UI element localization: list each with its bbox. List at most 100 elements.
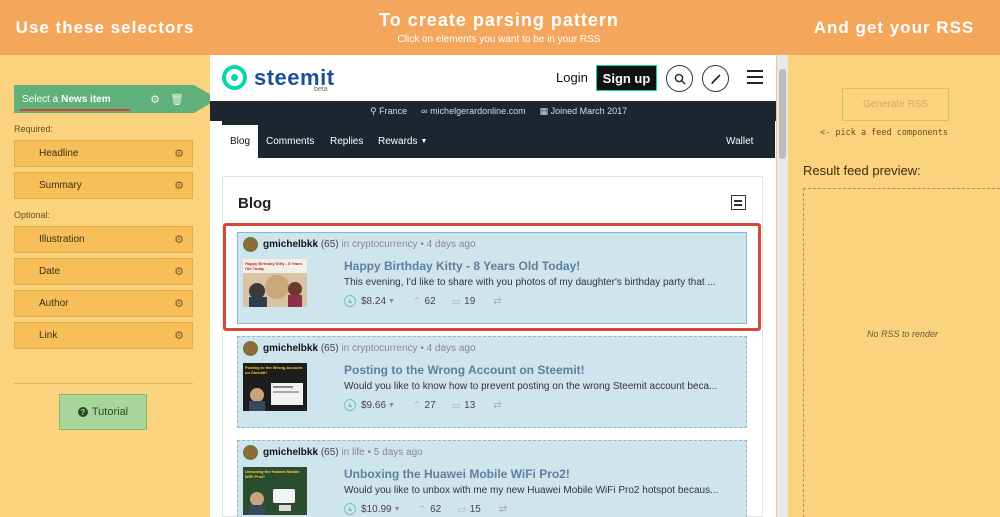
- profile-location-text: France: [379, 105, 408, 116]
- middle-column-title: To create parsing pattern: [379, 10, 619, 30]
- tab-rewards-label: Rewards: [378, 136, 418, 147]
- summary-selector[interactable]: Summary ⚙: [14, 172, 193, 199]
- tab-replies[interactable]: Replies: [330, 125, 363, 158]
- resteem-icon[interactable]: ⇄: [499, 504, 507, 515]
- right-column-header: And get your RSS: [788, 0, 1000, 55]
- signup-button[interactable]: Sign up: [596, 65, 657, 91]
- trash-icon[interactable]: 🗑: [170, 93, 184, 106]
- profile-website-text[interactable]: michelgerardonline.com: [430, 106, 526, 116]
- post-payout[interactable]: $10.99: [361, 504, 392, 515]
- post-summary[interactable]: Would you like to know how to prevent po…: [344, 381, 744, 392]
- gear-icon[interactable]: ⚙: [174, 329, 184, 342]
- post-payout[interactable]: $9.66: [361, 400, 386, 411]
- selected-item-outline: [223, 223, 761, 331]
- upvote-icon[interactable]: ▲: [344, 399, 356, 411]
- pencil-icon[interactable]: [702, 65, 729, 92]
- selectors-panel: Select a News item ⚙ 🗑 Required: Headlin…: [0, 55, 218, 517]
- link-icon: ∞: [421, 106, 428, 116]
- gear-icon[interactable]: ⚙: [174, 265, 184, 278]
- post-thumbnail[interactable]: Unboxing the Huawei Mobile WiFi Pro2!: [243, 467, 307, 515]
- question-icon: ?: [77, 407, 88, 417]
- scrollbar-thumb[interactable]: [779, 69, 786, 159]
- post-thumbnail[interactable]: Posting to the Wrong Account on Steemit!: [243, 363, 307, 411]
- tab-rewards[interactable]: Rewards ▼: [378, 125, 427, 158]
- avatar[interactable]: [243, 341, 258, 356]
- post-item[interactable]: gmichelbkk (65) in cryptocurrency • 4 da…: [237, 336, 747, 428]
- search-icon[interactable]: [666, 65, 693, 92]
- tab-blog[interactable]: Blog: [222, 125, 259, 158]
- scrollbar[interactable]: [777, 55, 788, 517]
- steemit-header: steemit beta Login Sign up: [210, 55, 776, 101]
- post-age[interactable]: • 4 days ago: [420, 343, 475, 354]
- login-link[interactable]: Login: [556, 70, 588, 85]
- required-group-label: Required:: [14, 124, 54, 134]
- post-comments[interactable]: 13: [464, 400, 475, 411]
- link-selector[interactable]: Link ⚙: [14, 322, 193, 349]
- tab-comments[interactable]: Comments: [266, 125, 314, 158]
- post-item[interactable]: gmichelbkk (65) in life • 5 days ago Unb…: [237, 440, 747, 517]
- optional-group-label: Optional:: [14, 210, 51, 220]
- illustration-selector-label: Illustration: [39, 234, 85, 245]
- tutorial-button[interactable]: ? Tutorial: [59, 394, 147, 430]
- summary-selector-label: Summary: [39, 180, 82, 191]
- chevron-down-icon[interactable]: ▼: [388, 402, 395, 409]
- post-votes[interactable]: 27: [425, 400, 436, 411]
- generate-hint: <- pick a feed components: [820, 128, 948, 138]
- avatar[interactable]: [243, 445, 258, 460]
- embedded-page-frame[interactable]: steemit beta Login Sign up ⚲ France ∞ mi…: [210, 55, 776, 517]
- feed-preview-box: No RSS to render: [803, 188, 1000, 517]
- left-column-title: Use these selectors: [15, 18, 195, 37]
- author-selector-label: Author: [39, 298, 69, 309]
- select-news-item-prefix: Select a: [22, 93, 59, 105]
- post-author-line: gmichelbkk (65) in life • 5 days ago: [263, 447, 423, 458]
- tutorial-button-label: Tutorial: [91, 406, 129, 418]
- post-author[interactable]: gmichelbkk: [263, 447, 318, 458]
- profile-joined-text: Joined March 2017: [550, 105, 628, 116]
- profile-location: ⚲ France: [370, 106, 407, 117]
- post-thumbnail-caption: Posting to the Wrong Account on Steemit!: [245, 365, 303, 375]
- post-category[interactable]: in life: [341, 447, 364, 458]
- profile-website[interactable]: ∞ michelgerardonline.com: [421, 106, 525, 116]
- upvote-icon[interactable]: ▲: [344, 503, 356, 515]
- right-column-title: And get your RSS: [813, 18, 975, 37]
- author-selector[interactable]: Author ⚙: [14, 290, 193, 317]
- chevron-down-icon[interactable]: ▼: [394, 506, 401, 513]
- post-title[interactable]: Unboxing the Huawei Mobile WiFi Pro2!: [344, 467, 570, 481]
- steemit-logo-icon[interactable]: [222, 65, 247, 90]
- profile-tabs: Blog Comments Replies Rewards ▼ Wallet: [222, 121, 775, 158]
- headline-selector[interactable]: Headline ⚙: [14, 140, 193, 167]
- calendar-icon: ▦: [539, 105, 549, 116]
- date-selector-label: Date: [39, 266, 61, 277]
- post-author[interactable]: gmichelbkk: [263, 343, 318, 354]
- news-item-underline: [20, 109, 130, 111]
- resteem-icon[interactable]: ⇄: [493, 400, 501, 411]
- gear-icon[interactable]: ⚙: [174, 297, 184, 310]
- post-title[interactable]: Posting to the Wrong Account on Steemit!: [344, 363, 585, 377]
- gear-icon[interactable]: ⚙: [174, 233, 184, 246]
- generate-rss-button[interactable]: Generate RSS: [842, 88, 949, 121]
- illustration-selector[interactable]: Illustration ⚙: [14, 226, 193, 253]
- date-selector[interactable]: Date ⚙: [14, 258, 193, 285]
- votes-icon: ⌃: [412, 399, 421, 410]
- rss-panel: Generate RSS <- pick a feed components R…: [788, 55, 1000, 517]
- gear-icon[interactable]: ⚙: [174, 147, 184, 160]
- post-age[interactable]: • 5 days ago: [368, 447, 423, 458]
- menu-icon[interactable]: [747, 70, 763, 88]
- page-preview-area: steemit beta Login Sign up ⚲ France ∞ mi…: [210, 55, 788, 517]
- middle-column-subtitle: Click on elements you want to be in your…: [397, 34, 601, 45]
- post-votes[interactable]: 62: [430, 504, 441, 515]
- gear-icon[interactable]: ⚙: [150, 93, 160, 106]
- post-category[interactable]: in cryptocurrency: [341, 343, 417, 354]
- gear-icon[interactable]: ⚙: [174, 179, 184, 192]
- post-summary[interactable]: Would you like to unbox with me my new H…: [344, 485, 744, 496]
- select-news-item-button[interactable]: Select a News item ⚙ 🗑: [14, 85, 194, 113]
- tab-wallet[interactable]: Wallet: [726, 125, 753, 158]
- comment-icon: ▭: [457, 503, 466, 514]
- select-news-item-label: News item: [61, 93, 111, 105]
- post-thumbnail-caption: Unboxing the Huawei Mobile WiFi Pro2!: [245, 469, 300, 479]
- list-view-icon[interactable]: [731, 195, 746, 210]
- steemit-beta-badge: beta: [314, 86, 328, 93]
- post-comments[interactable]: 15: [470, 504, 481, 515]
- divider: [14, 383, 193, 384]
- blog-heading: Blog: [238, 195, 272, 212]
